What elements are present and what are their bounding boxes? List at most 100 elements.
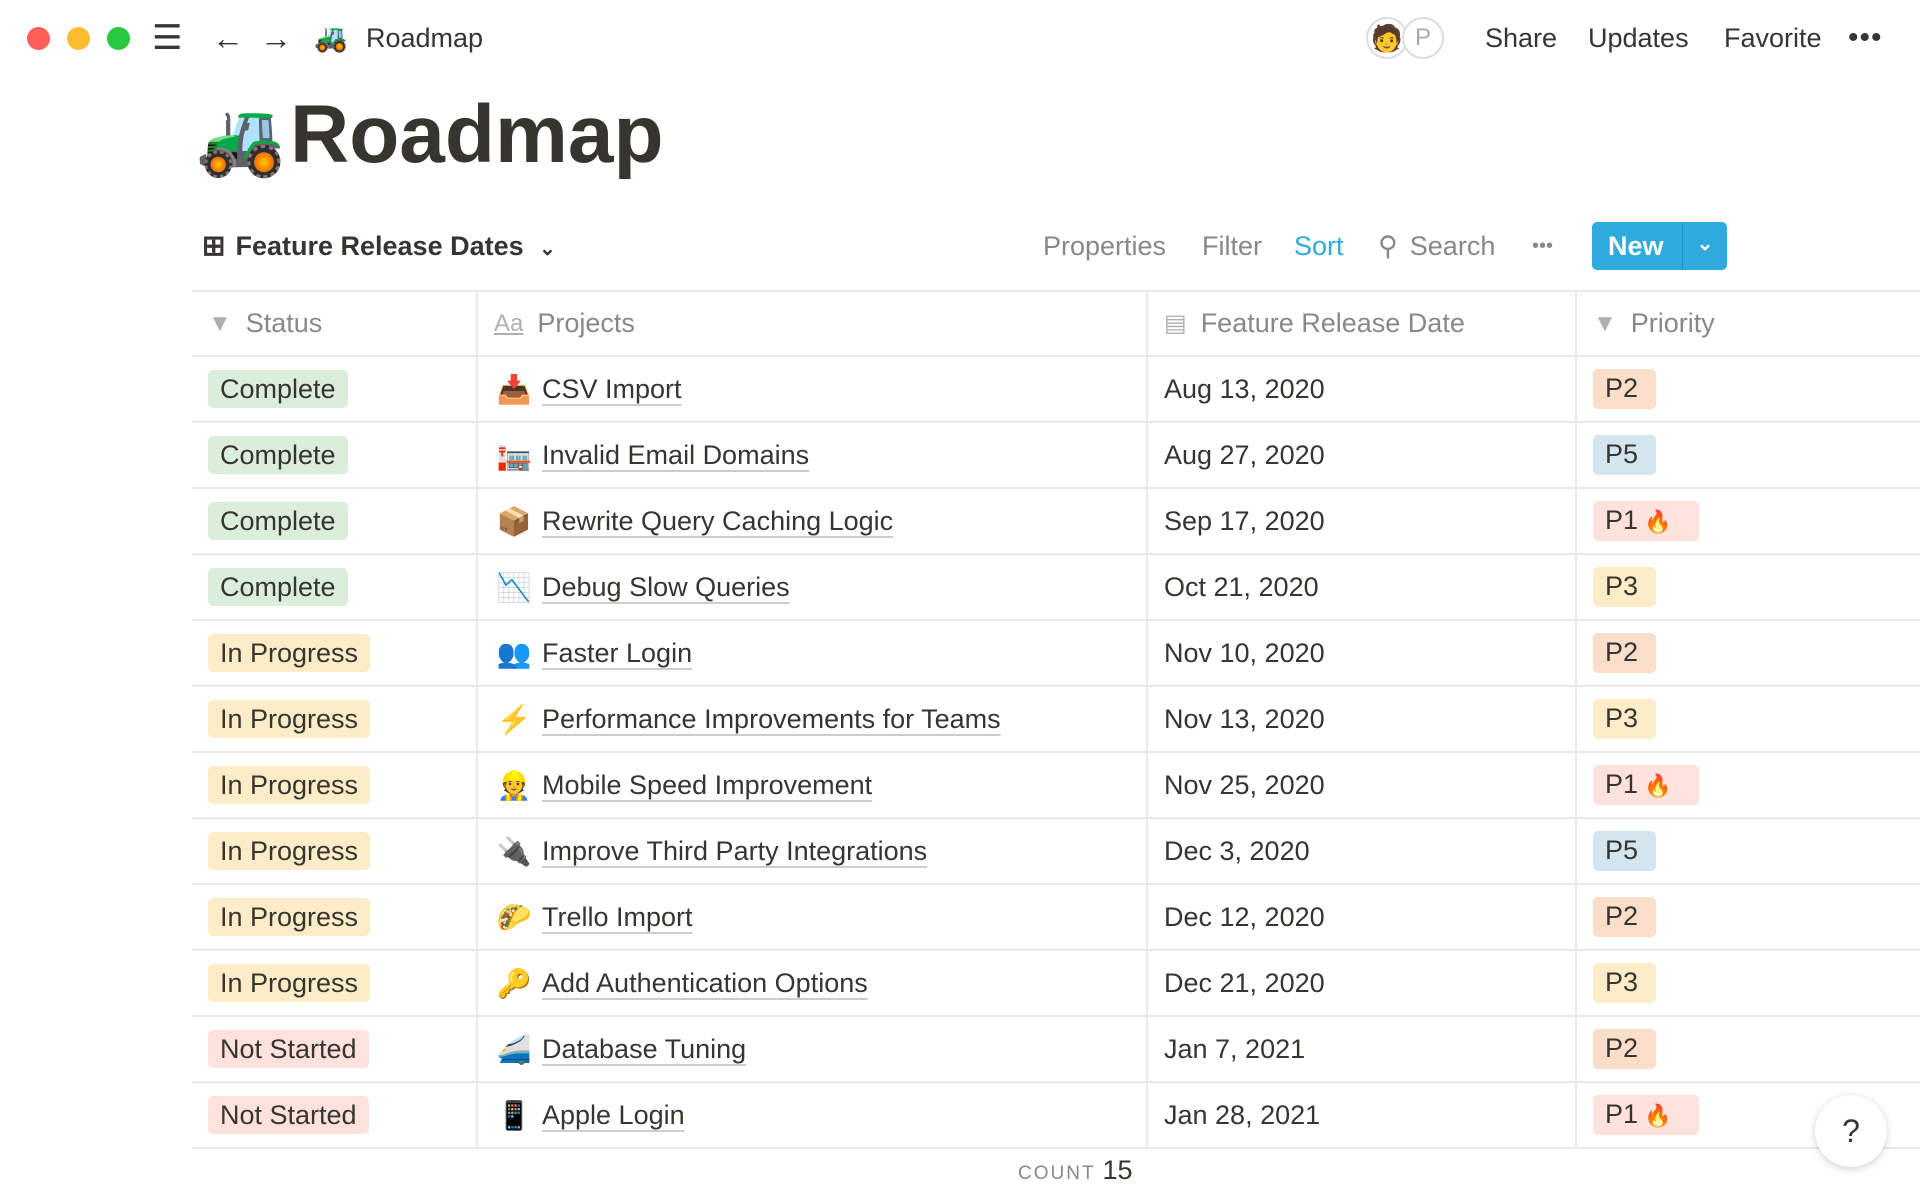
page-title[interactable]: Roadmap <box>290 88 664 182</box>
table-row[interactable]: Complete 🏣 Invalid Email Domains Aug 27, … <box>192 423 1920 489</box>
minimize-window-button[interactable] <box>67 27 90 50</box>
more-icon[interactable]: ••• <box>1848 20 1883 56</box>
project-link[interactable]: Faster Login <box>542 638 692 669</box>
status-cell[interactable]: Not Started <box>192 1017 478 1081</box>
project-link[interactable]: Database Tuning <box>542 1034 746 1065</box>
status-cell[interactable]: In Progress <box>192 753 478 817</box>
updates-button[interactable]: Updates <box>1588 20 1689 56</box>
date-cell[interactable]: Dec 12, 2020 <box>1148 885 1577 949</box>
priority-cell[interactable]: P3 <box>1577 687 1920 751</box>
priority-cell[interactable]: P3 <box>1577 951 1920 1015</box>
priority-cell[interactable]: P1 🔥 <box>1577 489 1920 553</box>
date-cell[interactable]: Oct 21, 2020 <box>1148 555 1577 619</box>
help-button[interactable]: ? <box>1815 1095 1887 1167</box>
table-row[interactable]: Complete 📉 Debug Slow Queries Oct 21, 202… <box>192 555 1920 621</box>
priority-cell[interactable]: P5 <box>1577 423 1920 487</box>
project-cell[interactable]: 🔑 Add Authentication Options <box>478 951 1148 1015</box>
project-link[interactable]: Performance Improvements for Teams <box>542 704 1001 735</box>
project-cell[interactable]: 📉 Debug Slow Queries <box>478 555 1148 619</box>
date-cell[interactable]: Jan 28, 2021 <box>1148 1083 1577 1147</box>
priority-cell[interactable]: P2 <box>1577 357 1920 421</box>
priority-cell[interactable]: P2 <box>1577 621 1920 685</box>
search-button[interactable]: ⚲ Search <box>1378 228 1495 264</box>
project-cell[interactable]: 🔌 Improve Third Party Integrations <box>478 819 1148 883</box>
project-link[interactable]: Debug Slow Queries <box>542 572 790 603</box>
date-cell[interactable]: Aug 13, 2020 <box>1148 357 1577 421</box>
status-cell[interactable]: In Progress <box>192 621 478 685</box>
status-cell[interactable]: Complete <box>192 489 478 553</box>
table-row[interactable]: In Progress 🌮 Trello Import Dec 12, 2020 … <box>192 885 1920 951</box>
close-window-button[interactable] <box>27 27 50 50</box>
project-cell[interactable]: 🚄 Database Tuning <box>478 1017 1148 1081</box>
header-status[interactable]: ▼ Status <box>192 292 478 355</box>
project-link[interactable]: Trello Import <box>542 902 693 933</box>
share-button[interactable]: Share <box>1485 20 1557 56</box>
view-more-icon[interactable]: ••• <box>1532 228 1553 264</box>
table-row[interactable]: In Progress ⚡ Performance Improvements fo… <box>192 687 1920 753</box>
status-cell[interactable]: In Progress <box>192 819 478 883</box>
maximize-window-button[interactable] <box>107 27 130 50</box>
priority-cell[interactable]: P2 <box>1577 885 1920 949</box>
project-cell[interactable]: 📥 CSV Import <box>478 357 1148 421</box>
page-emoji[interactable]: 🚜 <box>196 96 286 181</box>
project-link[interactable]: Rewrite Query Caching Logic <box>542 506 893 537</box>
table-row[interactable]: In Progress 🔑 Add Authentication Options … <box>192 951 1920 1017</box>
favorite-button[interactable]: Favorite <box>1724 20 1822 56</box>
date-cell[interactable]: Dec 3, 2020 <box>1148 819 1577 883</box>
status-cell[interactable]: Complete <box>192 357 478 421</box>
project-icon: 📦 <box>496 505 532 537</box>
date-cell[interactable]: Sep 17, 2020 <box>1148 489 1577 553</box>
project-link[interactable]: Apple Login <box>542 1100 685 1131</box>
project-link[interactable]: Add Authentication Options <box>542 968 868 999</box>
new-dropdown-chevron-icon[interactable]: ⌄ <box>1682 222 1727 270</box>
table-row[interactable]: Not Started 🚄 Database Tuning Jan 7, 2021… <box>192 1017 1920 1083</box>
table-row[interactable]: In Progress 👥 Faster Login Nov 10, 2020 P… <box>192 621 1920 687</box>
forward-icon[interactable]: → <box>260 20 292 56</box>
table-row[interactable]: In Progress 🔌 Improve Third Party Integra… <box>192 819 1920 885</box>
avatar-p[interactable]: P <box>1402 17 1444 59</box>
project-cell[interactable]: 👷 Mobile Speed Improvement <box>478 753 1148 817</box>
date-cell[interactable]: Nov 10, 2020 <box>1148 621 1577 685</box>
project-cell[interactable]: 🏣 Invalid Email Domains <box>478 423 1148 487</box>
header-priority[interactable]: ▼ Priority <box>1577 292 1920 355</box>
status-cell[interactable]: Not Started <box>192 1083 478 1147</box>
filter-button[interactable]: Filter <box>1202 228 1262 264</box>
status-cell[interactable]: In Progress <box>192 951 478 1015</box>
date-cell[interactable]: Aug 27, 2020 <box>1148 423 1577 487</box>
project-link[interactable]: CSV Import <box>542 374 682 405</box>
status-cell[interactable]: In Progress <box>192 885 478 949</box>
priority-cell[interactable]: P2 <box>1577 1017 1920 1081</box>
project-cell[interactable]: 📱 Apple Login <box>478 1083 1148 1147</box>
project-cell[interactable]: 🌮 Trello Import <box>478 885 1148 949</box>
table-row[interactable]: Not Started 📱 Apple Login Jan 28, 2021 P1… <box>192 1083 1920 1149</box>
header-date[interactable]: ▤ Feature Release Date <box>1148 292 1577 355</box>
status-cell[interactable]: Complete <box>192 423 478 487</box>
project-cell[interactable]: 👥 Faster Login <box>478 621 1148 685</box>
view-selector[interactable]: ⊞ Feature Release Dates ⌄ <box>202 228 556 267</box>
sort-button[interactable]: Sort <box>1294 228 1344 264</box>
header-projects[interactable]: Aa Projects <box>478 292 1148 355</box>
new-button[interactable]: New ⌄ <box>1592 222 1727 270</box>
priority-cell[interactable]: P1 🔥 <box>1577 753 1920 817</box>
count-footer: COUNT 15 <box>1018 1155 1133 1186</box>
priority-cell[interactable]: P5 <box>1577 819 1920 883</box>
project-cell[interactable]: ⚡ Performance Improvements for Teams <box>478 687 1148 751</box>
table-row[interactable]: In Progress 👷 Mobile Speed Improvement No… <box>192 753 1920 819</box>
priority-cell[interactable]: P3 <box>1577 555 1920 619</box>
status-cell[interactable]: Complete <box>192 555 478 619</box>
table-row[interactable]: Complete 📦 Rewrite Query Caching Logic Se… <box>192 489 1920 555</box>
project-cell[interactable]: 📦 Rewrite Query Caching Logic <box>478 489 1148 553</box>
table-row[interactable]: Complete 📥 CSV Import Aug 13, 2020 P2 <box>192 357 1920 423</box>
menu-icon[interactable]: ☰ <box>152 20 182 56</box>
back-icon[interactable]: ← <box>212 20 244 56</box>
breadcrumb-title[interactable]: Roadmap <box>366 20 483 56</box>
project-link[interactable]: Improve Third Party Integrations <box>542 836 927 867</box>
project-link[interactable]: Mobile Speed Improvement <box>542 770 872 801</box>
project-link[interactable]: Invalid Email Domains <box>542 440 809 471</box>
properties-button[interactable]: Properties <box>1043 228 1166 264</box>
date-cell[interactable]: Jan 7, 2021 <box>1148 1017 1577 1081</box>
date-cell[interactable]: Nov 13, 2020 <box>1148 687 1577 751</box>
date-cell[interactable]: Nov 25, 2020 <box>1148 753 1577 817</box>
date-cell[interactable]: Dec 21, 2020 <box>1148 951 1577 1015</box>
status-cell[interactable]: In Progress <box>192 687 478 751</box>
